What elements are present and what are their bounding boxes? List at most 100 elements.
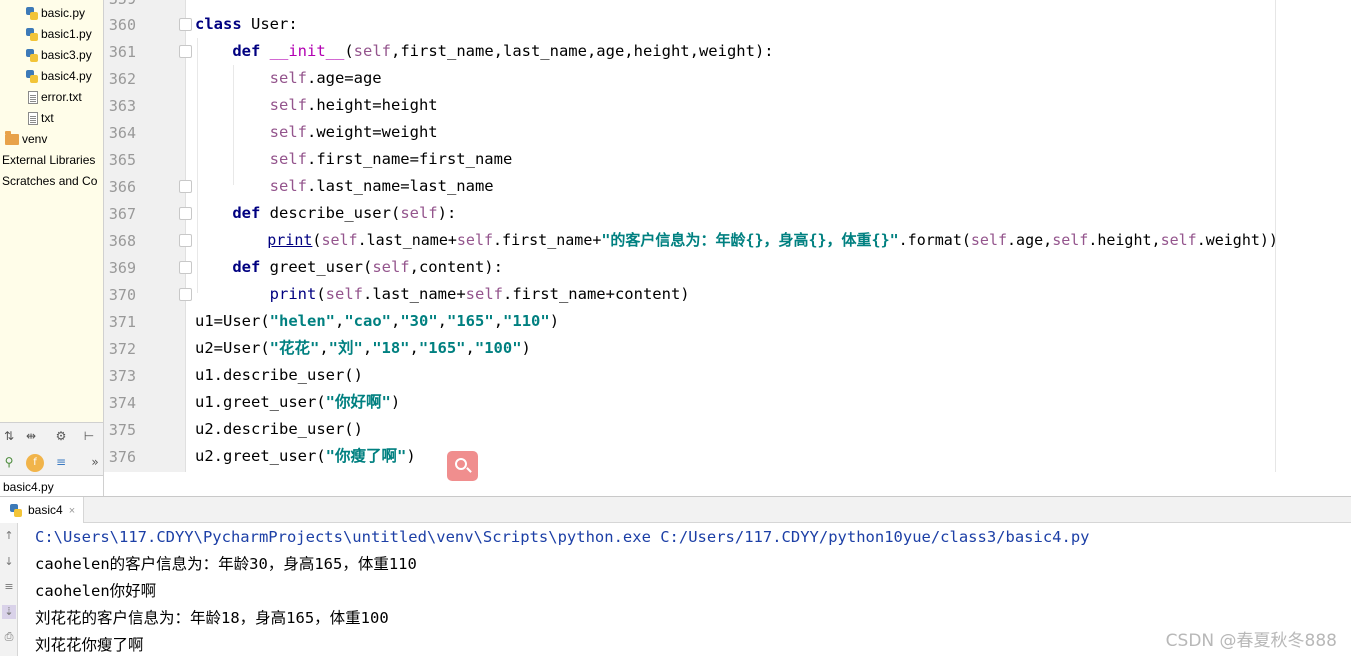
autoscroll-icon[interactable]: ≡ bbox=[54, 455, 68, 469]
tree-item-external-libraries[interactable]: External Libraries bbox=[2, 150, 95, 170]
fold-marker[interactable] bbox=[179, 18, 192, 31]
console-output-line: caohelen你好啊 bbox=[35, 582, 157, 600]
structure-filter-toolbar: ⚲ f ≡ » bbox=[0, 450, 104, 476]
structure-file-label: basic4.py bbox=[0, 476, 104, 496]
tree-item-basic3-py[interactable]: basic3.py bbox=[26, 45, 92, 65]
tree-item-label: Scratches and Co bbox=[2, 174, 98, 188]
python-file-icon bbox=[26, 7, 38, 21]
code-line-372: u2=User("花花","刘","18","165","100") bbox=[195, 339, 531, 357]
run-console[interactable]: C:\Users\117.CDYY\PycharmProjects\untitl… bbox=[18, 523, 1351, 656]
sort-alpha-icon[interactable]: ⇅ bbox=[2, 429, 16, 443]
console-output-line: 刘花花你瘦了啊 bbox=[35, 636, 144, 654]
code-line-366: self.last_name=last_name bbox=[269, 177, 494, 195]
line-number: 375 bbox=[108, 421, 136, 439]
line-number: 376 bbox=[108, 448, 136, 466]
run-tab-basic4[interactable]: basic4 × bbox=[0, 497, 85, 523]
line-number: 367 bbox=[108, 205, 136, 223]
line-number: 363 bbox=[108, 97, 136, 115]
code-line-364: self.weight=weight bbox=[269, 123, 438, 141]
code-line-368: print(self.last_name+self.first_name+"的客… bbox=[267, 231, 1278, 249]
text-file-icon bbox=[28, 112, 38, 126]
line-number: 361 bbox=[108, 43, 136, 61]
run-tab-bar: basic4 × bbox=[0, 496, 1351, 523]
tree-item-label: error.txt bbox=[41, 90, 82, 104]
tree-item-label: basic.py bbox=[41, 6, 86, 20]
text-file-icon bbox=[28, 91, 38, 105]
code-line-360: class User: bbox=[195, 15, 298, 33]
tree-item-venv[interactable]: venv bbox=[5, 129, 47, 149]
line-number: 362 bbox=[108, 70, 136, 88]
code-line-371: u1=User("helen","cao","30","165","110") bbox=[195, 312, 560, 330]
tree-item-basic-py[interactable]: basic.py bbox=[26, 3, 85, 23]
python-file-icon bbox=[26, 28, 38, 42]
soft-wrap-icon[interactable]: ≡ bbox=[2, 580, 16, 594]
line-number: 360 bbox=[108, 16, 136, 34]
tree-item-label: basic1.py bbox=[41, 27, 92, 41]
project-panel: basic.py basic1.py basic3.py basic4.py e… bbox=[0, 0, 104, 422]
code-line-365: self.first_name=first_name bbox=[269, 150, 513, 168]
fold-marker[interactable] bbox=[179, 288, 192, 301]
tree-item-label: txt bbox=[41, 111, 54, 125]
code-line-367: def describe_user(self): bbox=[232, 204, 457, 222]
structure-toolbar: ⇅ ⇹ ⚙ ⊢ bbox=[0, 422, 104, 450]
tree-item-scratches[interactable]: Scratches and Co bbox=[2, 171, 97, 191]
more-icon[interactable]: » bbox=[88, 455, 102, 469]
line-number: 371 bbox=[108, 313, 136, 331]
hide-panel-icon[interactable]: ⊢ bbox=[82, 429, 96, 443]
scroll-down-icon[interactable]: ↓ bbox=[2, 555, 16, 569]
python-file-icon bbox=[26, 70, 38, 84]
tree-item-txt[interactable]: txt bbox=[28, 108, 54, 128]
line-number: 366 bbox=[108, 178, 136, 196]
watermark: CSDN @春夏秋冬888 bbox=[1165, 631, 1337, 651]
line-number: 369 bbox=[108, 259, 136, 277]
tree-item-label: basic3.py bbox=[41, 48, 92, 62]
show-fields-icon[interactable]: f bbox=[26, 454, 44, 472]
run-side-toolbar: ↑ ↓ ≡ ⇣ ⎙ bbox=[0, 523, 18, 656]
line-number: 364 bbox=[108, 124, 136, 142]
code-line-369: def greet_user(self,content): bbox=[232, 258, 503, 276]
line-number: 359 bbox=[104, 0, 136, 9]
line-number: 370 bbox=[108, 286, 136, 304]
print-icon[interactable]: ⎙ bbox=[2, 630, 16, 644]
tree-item-label: venv bbox=[22, 132, 48, 146]
fold-marker[interactable] bbox=[179, 180, 192, 193]
fold-marker[interactable] bbox=[179, 234, 192, 247]
scroll-to-end-icon[interactable]: ⇣ bbox=[2, 605, 16, 619]
code-line-375: u2.describe_user() bbox=[195, 420, 363, 438]
run-tab-label: basic4 bbox=[28, 503, 63, 517]
fold-marker[interactable] bbox=[179, 207, 192, 220]
code-editor[interactable]: 359 360 361 362 363 364 365 366 367 368 … bbox=[104, 0, 1351, 472]
code-line-362: self.age=age bbox=[269, 69, 382, 87]
line-number: 365 bbox=[108, 151, 136, 169]
python-file-icon bbox=[26, 49, 38, 63]
line-number-gutter: 359 360 361 362 363 364 365 366 367 368 … bbox=[104, 0, 192, 472]
tree-item-label: External Libraries bbox=[2, 153, 96, 167]
code-line-376: u2.greet_user("你瘦了啊") bbox=[195, 447, 416, 465]
python-file-icon bbox=[10, 504, 22, 518]
code-line-374: u1.greet_user("你好啊") bbox=[195, 393, 401, 411]
collapse-all-icon[interactable]: ⇹ bbox=[24, 429, 38, 443]
line-number: 368 bbox=[108, 232, 136, 250]
tree-item-basic4-py[interactable]: basic4.py bbox=[26, 66, 92, 86]
search-button[interactable] bbox=[447, 451, 478, 481]
tree-item-label: basic4.py bbox=[41, 69, 92, 83]
search-icon-handle bbox=[466, 467, 472, 473]
tree-item-basic1-py[interactable]: basic1.py bbox=[26, 24, 92, 44]
folder-icon bbox=[5, 131, 19, 146]
code-line-373: u1.describe_user() bbox=[195, 366, 363, 384]
console-command-line: C:\Users\117.CDYY\PycharmProjects\untitl… bbox=[35, 528, 1090, 546]
line-number: 373 bbox=[108, 367, 136, 385]
line-number: 372 bbox=[108, 340, 136, 358]
fold-marker[interactable] bbox=[179, 261, 192, 274]
code-line-370: print(self.last_name+self.first_name+con… bbox=[269, 285, 690, 303]
close-icon[interactable]: × bbox=[69, 505, 75, 517]
rerun-up-icon[interactable]: ↑ bbox=[2, 529, 16, 543]
console-output-line: 刘花花的客户信息为：年龄18，身高165，体重100 bbox=[35, 609, 389, 627]
console-output-line: caohelen的客户信息为：年龄30，身高165，体重110 bbox=[35, 555, 417, 573]
gear-icon[interactable]: ⚙ bbox=[54, 429, 68, 443]
tree-item-error-txt[interactable]: error.txt bbox=[28, 87, 82, 107]
fold-marker[interactable] bbox=[179, 45, 192, 58]
show-inherited-icon[interactable]: ⚲ bbox=[2, 455, 16, 469]
line-number: 374 bbox=[108, 394, 136, 412]
code-line-361: def __init__(self,first_name,last_name,a… bbox=[232, 42, 774, 60]
